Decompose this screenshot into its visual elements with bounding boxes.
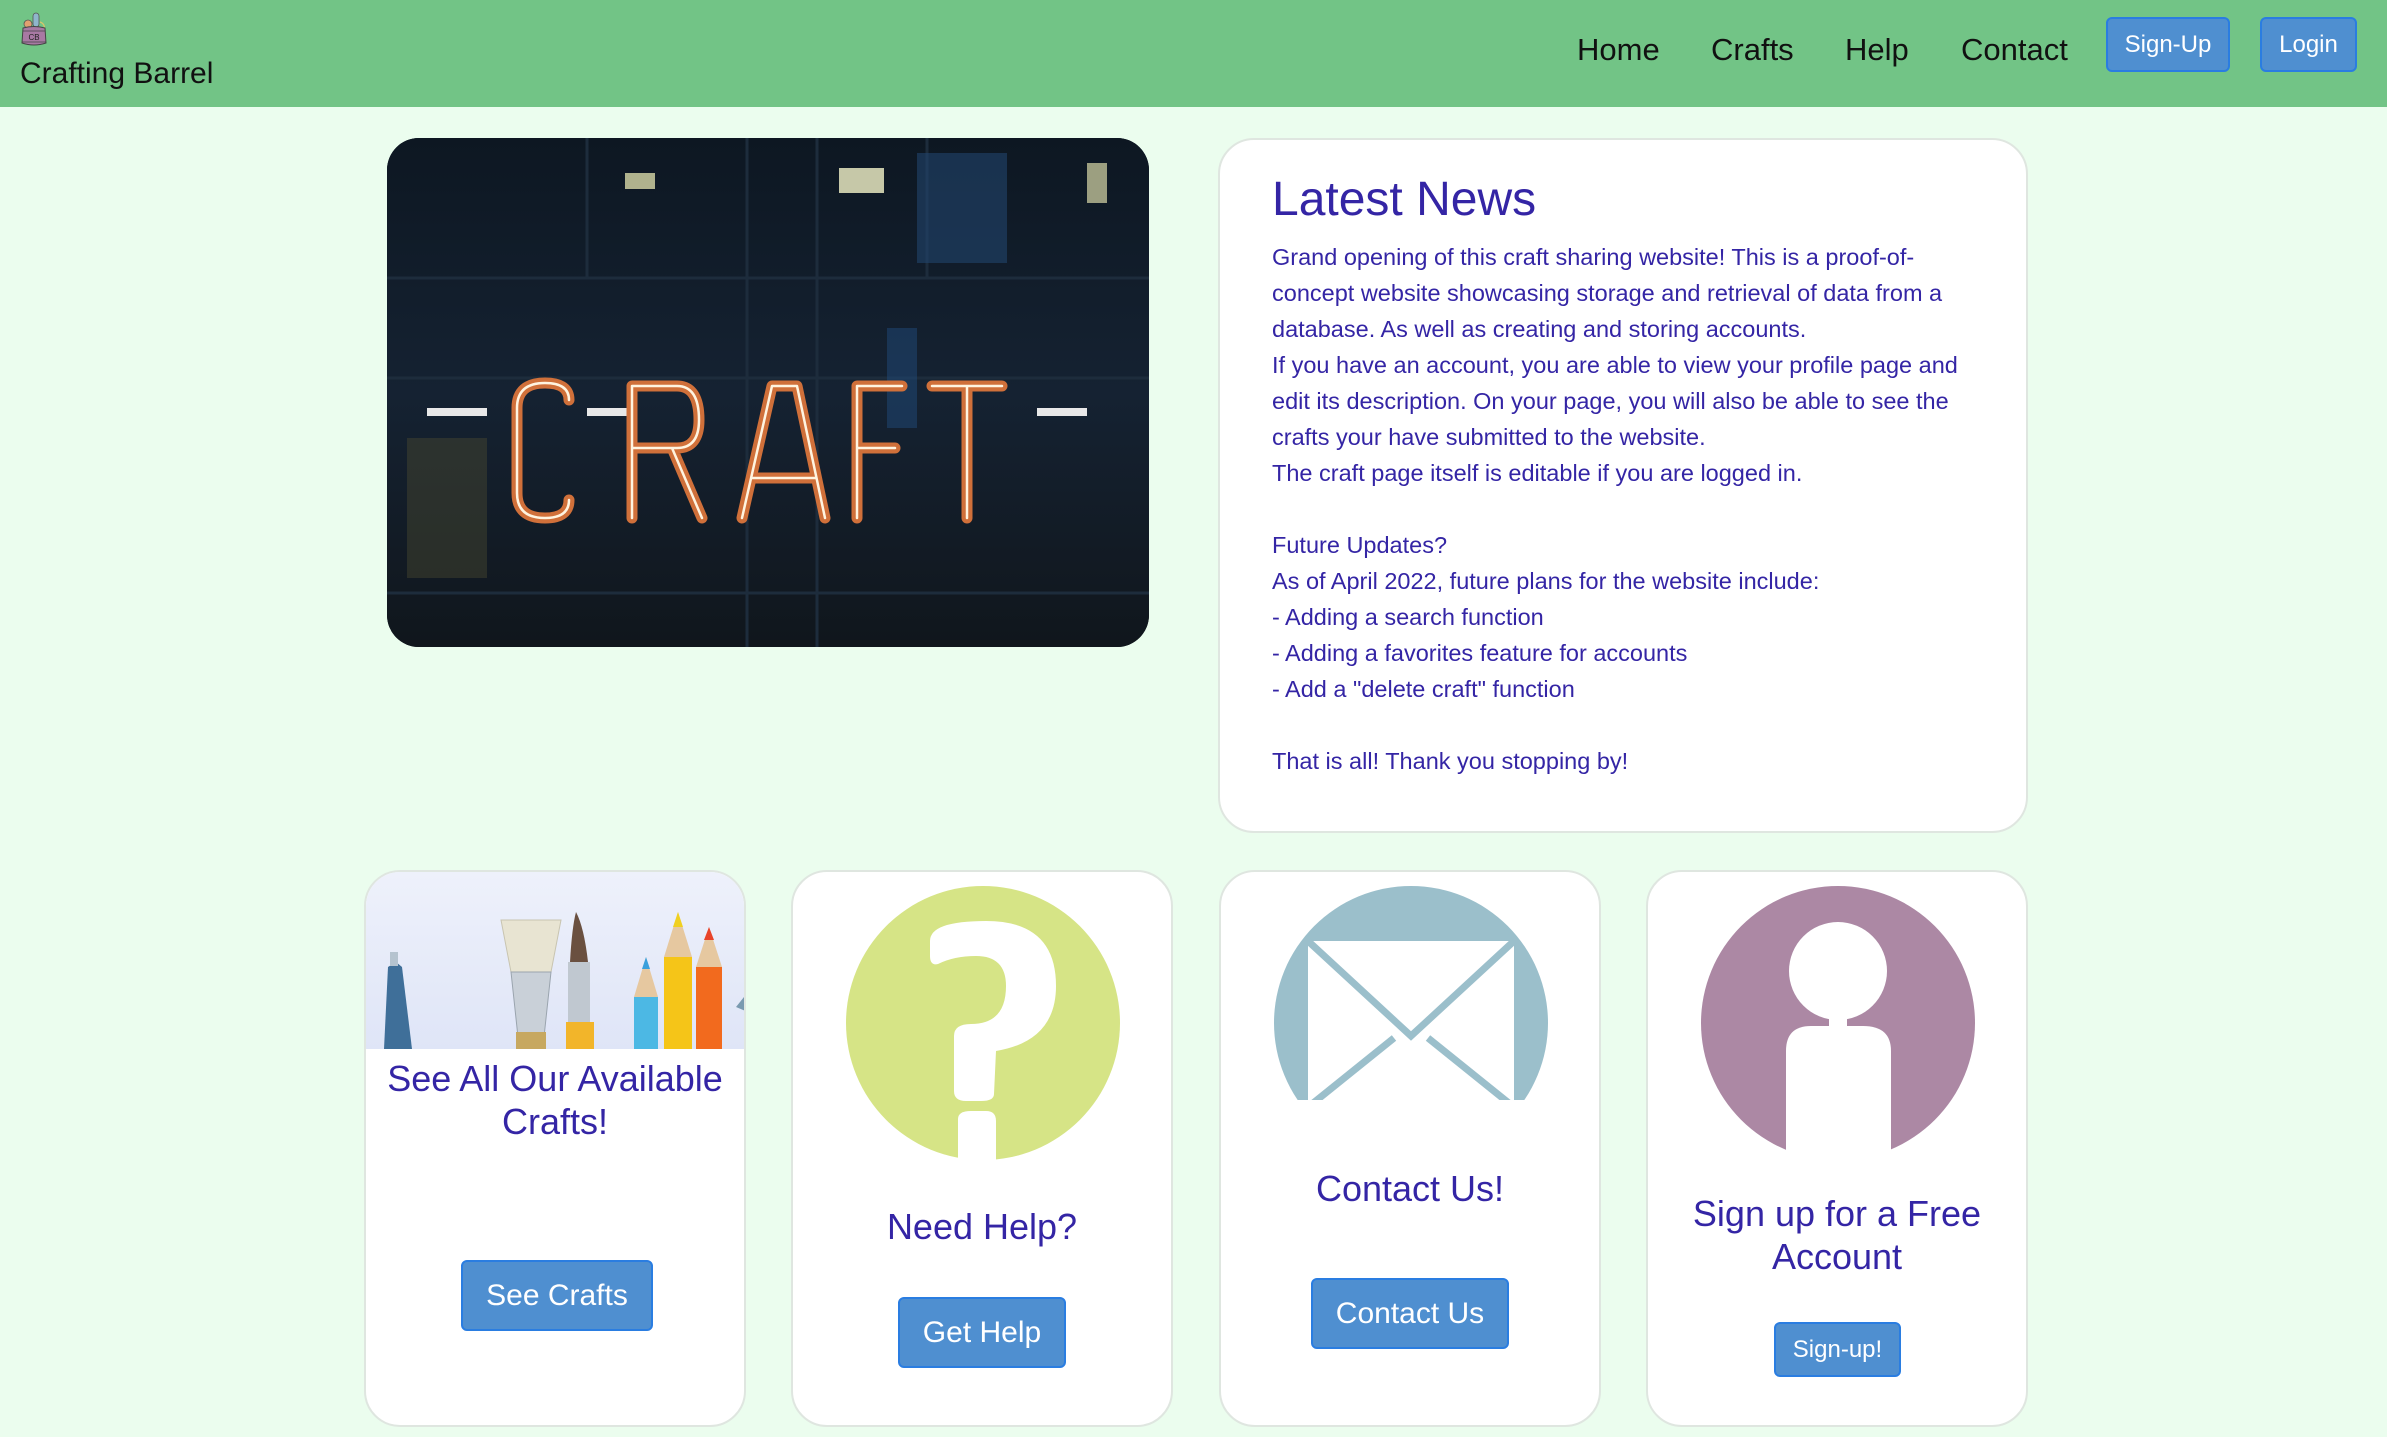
signup-card-button[interactable]: Sign-up! bbox=[1774, 1322, 1901, 1377]
contact-us-button[interactable]: Contact Us bbox=[1311, 1278, 1509, 1349]
news-paragraph: As of April 2022, future plans for the w… bbox=[1272, 568, 1820, 594]
neon-craft-sign-image bbox=[387, 138, 1149, 647]
news-body: Grand opening of this craft sharing webs… bbox=[1272, 239, 1992, 779]
news-list-item: - Adding a search function bbox=[1272, 604, 1544, 630]
signup-button[interactable]: Sign-Up bbox=[2106, 17, 2230, 72]
nav-contact[interactable]: Contact bbox=[1961, 32, 2068, 68]
art-supplies-icon bbox=[384, 912, 744, 1049]
hero-image bbox=[387, 138, 1149, 647]
nav-help[interactable]: Help bbox=[1845, 32, 1909, 68]
news-list-item: - Adding a favorites feature for account… bbox=[1272, 640, 1688, 666]
envelope-icon bbox=[1274, 886, 1548, 1160]
news-blank-line bbox=[1272, 707, 1992, 743]
card-contact: Contact Us! Contact Us bbox=[1219, 870, 1601, 1427]
card-crafts: See All Our Available Crafts! See Crafts bbox=[364, 870, 746, 1427]
nav-crafts[interactable]: Crafts bbox=[1711, 32, 1794, 68]
card-title: Sign up for a Free Account bbox=[1692, 1193, 1982, 1277]
card-title: Contact Us! bbox=[1315, 1168, 1505, 1209]
latest-news-title: Latest News bbox=[1272, 173, 1537, 226]
card-title: Need Help? bbox=[886, 1206, 1078, 1247]
card-signup: Sign up for a Free Account Sign-up! bbox=[1646, 870, 2028, 1427]
news-paragraph: Grand opening of this craft sharing webs… bbox=[1272, 244, 1943, 342]
get-help-button[interactable]: Get Help bbox=[898, 1297, 1066, 1368]
latest-news-card: Latest News Grand opening of this craft … bbox=[1218, 138, 2028, 833]
question-mark-icon bbox=[846, 886, 1120, 1160]
card-title: See All Our Available Crafts! bbox=[387, 1058, 723, 1142]
user-icon bbox=[1701, 886, 1975, 1160]
news-paragraph: If you have an account, you are able to … bbox=[1272, 352, 1958, 450]
brand[interactable]: CB Crafting Barrel bbox=[20, 12, 213, 90]
brand-name[interactable]: Crafting Barrel bbox=[20, 57, 213, 91]
login-button[interactable]: Login bbox=[2260, 17, 2357, 72]
news-subheading: Future Updates? bbox=[1272, 532, 1448, 558]
see-crafts-button[interactable]: See Crafts bbox=[461, 1260, 653, 1331]
art-supplies-image bbox=[366, 872, 744, 1049]
svg-text:CB: CB bbox=[28, 33, 39, 42]
card-help: Need Help? Get Help bbox=[791, 870, 1173, 1427]
news-closing: That is all! Thank you stopping by! bbox=[1272, 748, 1629, 774]
news-paragraph: The craft page itself is editable if you… bbox=[1272, 460, 1803, 486]
news-blank-line bbox=[1272, 491, 1992, 527]
news-list-item: - Add a "delete craft" function bbox=[1272, 676, 1575, 702]
barrel-logo-icon: CB bbox=[21, 12, 47, 46]
nav-home[interactable]: Home bbox=[1577, 32, 1660, 68]
site-header: CB Crafting Barrel Home Crafts Help Cont… bbox=[0, 0, 2387, 107]
